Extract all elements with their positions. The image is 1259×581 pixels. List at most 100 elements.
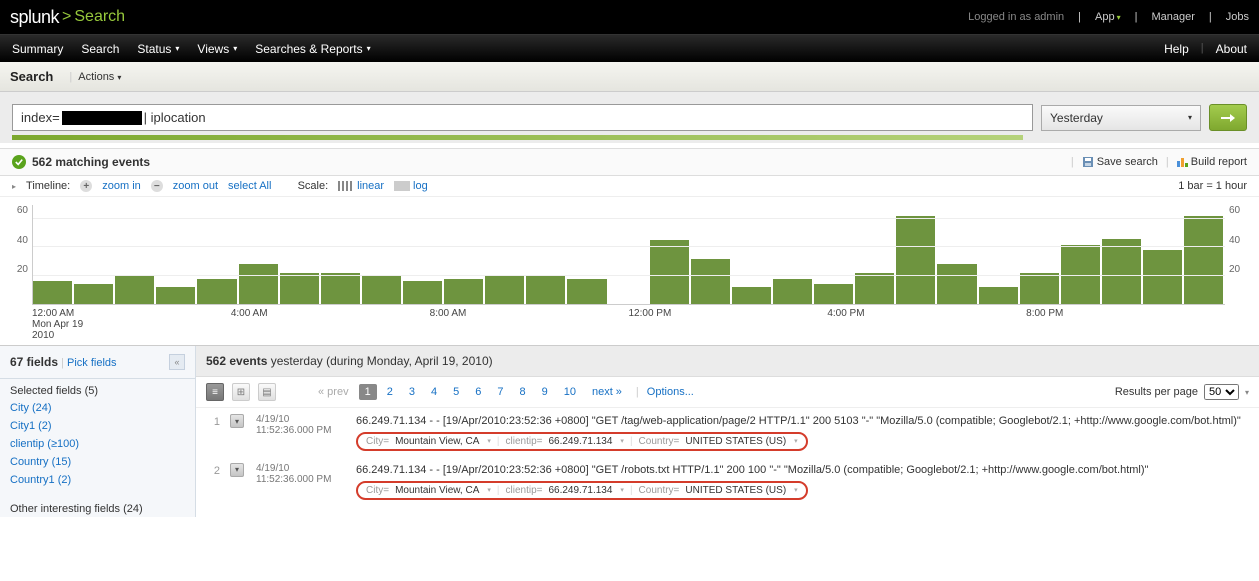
timeline-bar[interactable] [773, 279, 812, 304]
timeline-bar[interactable] [321, 273, 360, 304]
field-link[interactable]: City (24) [0, 399, 195, 417]
zoom-in-icon[interactable]: + [80, 180, 92, 192]
bar-hint: 1 bar = 1 hour [1178, 180, 1247, 192]
pager-page[interactable]: 10 [558, 384, 582, 400]
zoom-out-icon[interactable]: − [151, 180, 163, 192]
selected-fields-header: Selected fields (5) [0, 379, 195, 399]
actions-menu[interactable]: Actions▾ [78, 71, 121, 83]
y-axis-left: 604020 [12, 205, 32, 305]
status-row: 562 matching events | Save search | Buil… [0, 148, 1259, 176]
manager-link[interactable]: Manager [1151, 11, 1194, 23]
event-expand-button[interactable]: ▾ [230, 414, 244, 428]
pager-prev[interactable]: « prev [312, 384, 355, 400]
timeline-bar[interactable] [197, 279, 236, 304]
table-view-button[interactable]: ⊞ [232, 383, 250, 401]
zoom-out[interactable]: zoom out [173, 180, 218, 192]
collapse-panel-button[interactable]: « [169, 354, 185, 370]
timeline-bar[interactable] [1020, 273, 1059, 304]
about-link[interactable]: About [1216, 42, 1247, 56]
events-header: 562 events yesterday (during Monday, Apr… [196, 346, 1259, 377]
field-link[interactable]: clientip (≥100) [0, 435, 195, 453]
timeline-bar[interactable] [814, 284, 853, 304]
timeline-bar[interactable] [403, 281, 442, 304]
events-panel: 562 events yesterday (during Monday, Apr… [196, 346, 1259, 517]
timeline-bar[interactable] [896, 216, 935, 304]
event-raw[interactable]: 66.249.71.134 - - [19/Apr/2010:23:52:36 … [356, 414, 1249, 429]
nav-search[interactable]: Search [81, 42, 119, 56]
timeline-bar[interactable] [732, 287, 771, 304]
timeline-bar[interactable] [567, 279, 606, 304]
page-title: Search [10, 69, 53, 84]
nav-views[interactable]: Views▾ [197, 42, 237, 56]
scale-log[interactable]: log [394, 180, 428, 192]
timeline-chart[interactable]: 604020 604020 12:00 AMMon Apr 1920104:00… [0, 197, 1259, 345]
event-raw[interactable]: 66.249.71.134 - - [19/Apr/2010:23:52:36 … [356, 463, 1249, 478]
timeline-bar[interactable] [156, 287, 195, 304]
timeline-bar[interactable] [526, 276, 565, 304]
timeline-bar[interactable] [485, 276, 524, 304]
top-header: splunk > Search Logged in as admin | App… [0, 0, 1259, 34]
options-link[interactable]: Options... [647, 386, 694, 398]
event-expand-button[interactable]: ▾ [230, 463, 244, 477]
brand-arrow: > [62, 8, 71, 26]
timeline-bar[interactable] [362, 276, 401, 304]
pager-page[interactable]: 7 [491, 384, 509, 400]
timeline-bar[interactable] [444, 279, 483, 304]
save-search-link[interactable]: Save search [1082, 156, 1158, 168]
pager-page[interactable]: 6 [469, 384, 487, 400]
events-toolbar: ≡ ⊞ ▤ « prev12345678910next » | Options.… [196, 377, 1259, 408]
timeline-bar[interactable] [74, 284, 113, 304]
pager-page[interactable]: 8 [513, 384, 531, 400]
pager-next[interactable]: next » [586, 384, 628, 400]
field-link[interactable]: Country (15) [0, 453, 195, 471]
pick-fields-link[interactable]: Pick fields [67, 357, 117, 369]
list-view-button[interactable]: ≡ [206, 383, 224, 401]
app-menu[interactable]: App▾ [1095, 11, 1121, 23]
timeline-bar[interactable] [855, 273, 894, 304]
nav-searches-reports[interactable]: Searches & Reports▾ [255, 42, 370, 56]
field-link[interactable]: City1 (2) [0, 417, 195, 435]
timeline-bar[interactable] [280, 273, 319, 304]
rpp-select[interactable]: 50 [1204, 384, 1239, 400]
zoom-in[interactable]: zoom in [102, 180, 141, 192]
jobs-link[interactable]: Jobs [1226, 11, 1249, 23]
time-range-picker[interactable]: Yesterday▾ [1041, 105, 1201, 131]
scale-linear[interactable]: linear [338, 180, 384, 192]
disk-icon [1082, 156, 1094, 168]
timeline-bar[interactable] [115, 276, 154, 304]
nav-summary[interactable]: Summary [12, 42, 63, 56]
timeline-controls: ▸ Timeline: + zoom in − zoom out select … [0, 176, 1259, 197]
build-report-link[interactable]: Build report [1177, 156, 1247, 168]
timeline-bar[interactable] [937, 264, 976, 304]
event-time: 4/19/1011:52:36.000 PM [256, 414, 346, 451]
pager-page[interactable]: 9 [536, 384, 554, 400]
search-progress [12, 135, 1023, 140]
help-link[interactable]: Help [1164, 42, 1189, 56]
raw-view-button[interactable]: ▤ [258, 383, 276, 401]
top-links: Logged in as admin | App▾ | Manager | Jo… [968, 11, 1249, 23]
brand: splunk > Search [10, 7, 125, 28]
pager-page[interactable]: 2 [381, 384, 399, 400]
nav-status[interactable]: Status▾ [137, 42, 179, 56]
pager-page[interactable]: 3 [403, 384, 421, 400]
timeline-bar[interactable] [691, 259, 730, 304]
timeline-bar[interactable] [33, 281, 72, 304]
event-tags: City=Mountain View, CA▾|clientip=66.249.… [356, 432, 808, 451]
pager-page[interactable]: 1 [359, 384, 377, 400]
search-button[interactable] [1209, 104, 1247, 131]
timeline-bar[interactable] [650, 240, 689, 304]
pager-page[interactable]: 5 [447, 384, 465, 400]
pager-page[interactable]: 4 [425, 384, 443, 400]
x-axis: 12:00 AMMon Apr 1920104:00 AM8:00 AM12:0… [32, 305, 1225, 341]
timeline-bar[interactable] [1143, 250, 1182, 304]
event-num: 1 [206, 414, 220, 451]
timeline-bar[interactable] [1102, 239, 1141, 304]
select-all[interactable]: select All [228, 180, 271, 192]
timeline-bar[interactable] [239, 264, 278, 304]
field-link[interactable]: Country1 (2) [0, 471, 195, 489]
timeline-bar[interactable] [1184, 216, 1223, 304]
search-input[interactable]: index= | iplocation [12, 104, 1033, 131]
timeline-bar[interactable] [979, 287, 1018, 304]
event-row: 1 ▾ 4/19/1011:52:36.000 PM 66.249.71.134 - … [196, 408, 1259, 457]
other-fields-header: Other interesting fields (24) [0, 497, 195, 517]
